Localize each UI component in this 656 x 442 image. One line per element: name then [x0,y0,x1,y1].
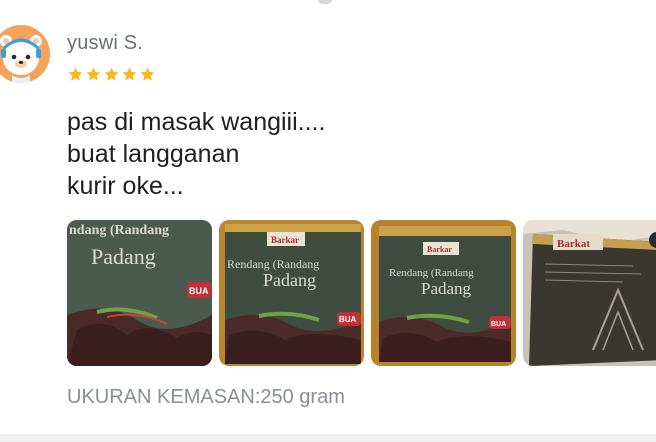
pack-badge: BUA [491,321,506,328]
star-filled-icon [68,67,83,81]
variant-info: UKURAN KEMASAN:250 gram [67,386,345,408]
review-photo[interactable]: ndang (Randang Padang BUA [67,220,212,366]
pack-badge: BUA [189,286,209,296]
pack-brand: Barkar [271,235,299,245]
pack-label-top: Rendang (Randang [389,267,474,279]
review-photo[interactable]: Barkat [523,220,656,366]
star-filled-icon [122,67,137,81]
product-photo-icon: Barkar Rendang (Randang Padang BUA [371,220,516,366]
product-photo-icon: ndang (Randang Padang BUA [67,220,212,366]
scroll-indicator-dot [318,0,332,4]
section-divider [0,434,656,442]
review-body: pas di masak wangiii.... buat langganan … [67,106,325,202]
pack-badge: BUA [339,315,357,324]
product-photo-icon: Barkar Rendang (Randang Padang BUA [219,220,364,366]
pack-brand: Barkar [427,245,452,254]
star-filled-icon [104,67,119,81]
star-filled-icon [140,67,155,81]
reviewer-avatar[interactable] [0,25,50,83]
review-line: pas di masak wangiii.... [67,108,326,136]
review-photo[interactable]: Barkar Rendang (Randang Padang BUA [219,220,364,366]
star-filled-icon [86,67,101,81]
pack-label-main: Padang [421,279,472,298]
bear-avatar-icon [0,25,50,83]
review-photos: ndang (Randang Padang BUA Barkar Rendang… [67,220,656,366]
review-card: yuswi S. pas di masak wangiii.... buat l… [0,0,656,442]
review-line: kurir oke... [67,172,184,200]
review-line: buat langganan [67,140,240,168]
pack-brand: Barkat [557,238,590,250]
review-photo[interactable]: Barkar Rendang (Randang Padang BUA [371,220,516,366]
product-photo-icon: Barkat [523,220,656,366]
pack-label-main: Padang [263,270,316,290]
reviewer-name[interactable]: yuswi S. [67,32,143,55]
rating-stars [67,66,156,83]
pack-label-top: Rendang (Randang [227,257,319,271]
pack-label-main: Padang [91,244,156,269]
pack-label-top: ndang (Randang [69,223,169,238]
